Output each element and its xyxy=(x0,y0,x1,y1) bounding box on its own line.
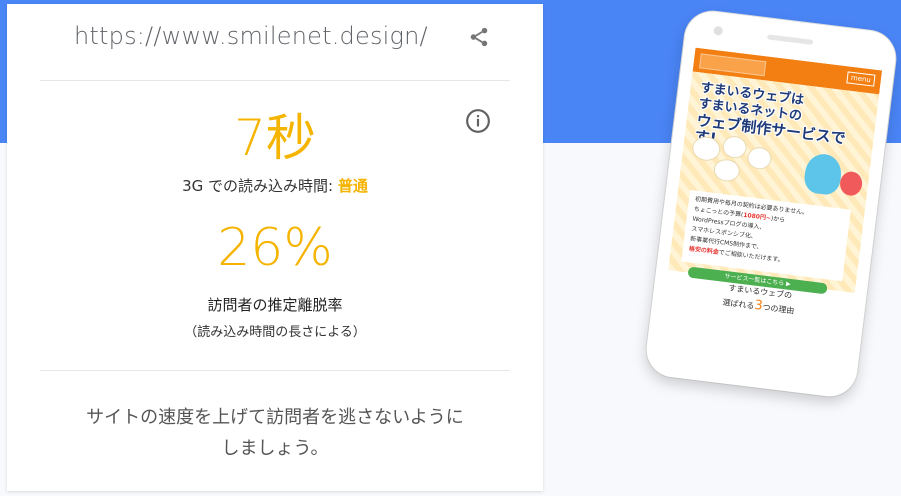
phone-screen: menu すまいるウェブは すまいるネットの ウェブ制作サービスです! 初期費用… xyxy=(658,47,883,369)
site-info-box: 初期費用や毎月の契約は必要ありません。 ちょこっとの予算(1080円~)から W… xyxy=(681,190,851,282)
footer-line-2a: 選ばれる xyxy=(721,297,755,311)
site-menu-button[interactable]: menu xyxy=(846,71,876,87)
info-line-2b: )から xyxy=(770,215,786,224)
info-icon[interactable] xyxy=(465,108,491,134)
load-time-label: 3G での読み込み時間: 普通 xyxy=(7,175,543,196)
site-url: https://www.smilenet.design/ xyxy=(74,22,428,50)
bounce-rate-sublabel: （読み込み時間の長さによる） xyxy=(184,325,366,340)
divider-bottom xyxy=(40,370,510,371)
phone-camera xyxy=(713,25,724,36)
speed-report-card: https://www.smilenet.design/ 7秒 3G での読み込… xyxy=(7,4,543,491)
site-hero: すまいるウェブは すまいるネットの ウェブ制作サービスです! 初期費用や毎月の契… xyxy=(668,71,880,295)
info-line-6-red: 格安の料金 xyxy=(688,245,720,256)
bounce-rate-label: 訪問者の推定離脱率 xyxy=(207,296,343,314)
phone-body: menu すまいるウェブは すまいるネットの ウェブ制作サービスです! 初期費用… xyxy=(643,8,899,400)
footer-line-2b: つの理由 xyxy=(761,302,795,316)
mascot-illustration-small xyxy=(838,170,864,197)
bubble-graphic xyxy=(713,158,740,182)
load-status: 普通 xyxy=(337,177,368,195)
site-hero-title: すまいるウェブは すまいるネットの ウェブ制作サービスです! xyxy=(694,81,871,165)
phone-speaker xyxy=(767,34,814,45)
bounce-rate-value: 26% xyxy=(217,218,333,278)
divider-top xyxy=(40,80,510,81)
load-time-value: 7秒 xyxy=(234,109,316,167)
phone-preview: menu すまいるウェブは すまいるネットの ウェブ制作サービスです! 初期費用… xyxy=(643,8,899,400)
share-icon[interactable] xyxy=(468,25,490,49)
load-time-label-text: 3G での読み込み時間: xyxy=(182,177,338,195)
cta-line-1: サイトの速度を上げて訪問者を逃さないように xyxy=(86,407,464,428)
call-to-action: サイトの速度を上げて訪問者を逃さないように しましょう。 xyxy=(7,402,543,464)
cta-line-2: しましょう。 xyxy=(221,438,329,459)
